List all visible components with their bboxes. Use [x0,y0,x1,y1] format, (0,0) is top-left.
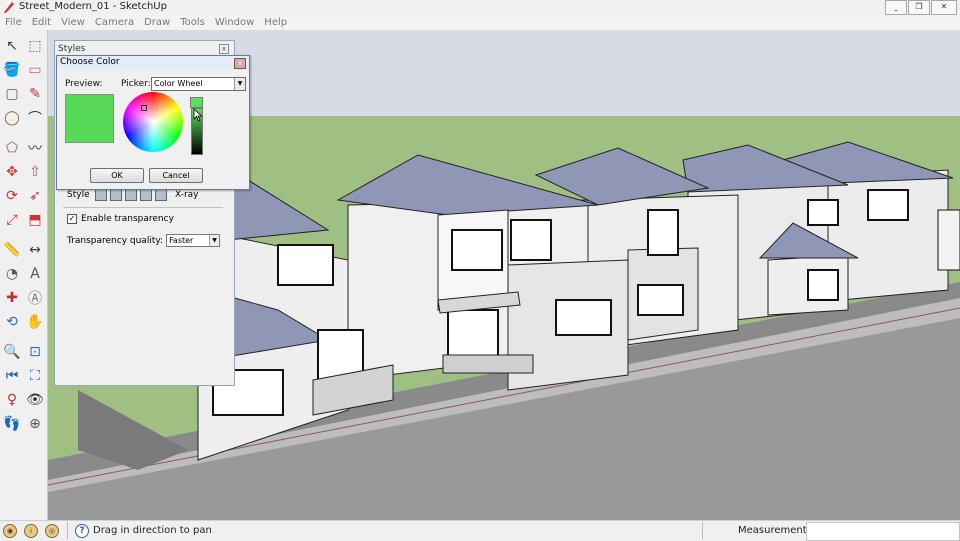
circle-icon[interactable]: ◯ [2,108,22,128]
minimize-button[interactable]: _ [885,0,907,15]
picker-label: Picker: [121,79,151,89]
window-title: Street_Modern_01 - SketchUp [19,1,167,12]
ok-button[interactable]: OK [90,168,144,183]
cancel-button[interactable]: Cancel [149,168,203,183]
close-window-button[interactable]: ✕ [931,0,957,15]
dimension-icon[interactable]: ↔ [25,240,45,260]
chevron-down-icon: ▼ [209,235,220,246]
color-wheel[interactable] [123,92,183,152]
color-wheel-marker[interactable] [141,105,147,111]
menu-file[interactable]: File [0,15,27,30]
zoom-extents-icon[interactable]: ⛶ [25,366,45,386]
3d-text-icon[interactable]: Ⓐ [25,288,45,308]
zoom-icon[interactable]: 🔍 [2,342,22,362]
menu-tools[interactable]: Tools [175,15,210,30]
geo-location-icon[interactable]: ◉ [3,524,17,538]
previous-view-icon[interactable]: ⏮ [2,366,22,386]
measurements-label: Measurements [738,525,812,536]
follow-me-icon[interactable]: ➶ [25,186,45,206]
shaded-style-icon[interactable] [125,189,137,201]
dialog-title-bar: Choose Color x [57,56,249,70]
axes-icon[interactable]: ✚ [2,288,22,308]
chevron-down-icon: ▼ [234,78,245,90]
look-around-icon[interactable]: 👁 [25,390,45,410]
credits-icon[interactable]: i [24,524,38,538]
color-preview-swatch [65,94,114,143]
offset-icon[interactable]: ⬒ [25,210,45,230]
status-hint: Drag in direction to pan [93,525,212,536]
rectangle-icon[interactable]: ▢ [2,84,22,104]
help-icon[interactable]: ? [75,524,89,538]
wireframe-style-icon[interactable] [95,189,107,201]
freehand-icon[interactable]: 〰 [25,138,45,158]
restore-button[interactable]: ❐ [908,0,930,15]
menu-window[interactable]: Window [210,15,259,30]
shaded-textures-style-icon[interactable] [140,189,152,201]
rotate-icon[interactable]: ⟳ [2,186,22,206]
picker-select[interactable]: Color Wheel ▼ [151,77,246,91]
enable-transparency-label: Enable transparency [81,214,174,224]
dialog-title: Choose Color [60,57,120,67]
menu-view[interactable]: View [56,15,90,30]
orbit-icon[interactable]: ⟲ [2,312,22,332]
move-icon[interactable]: ✥ [2,162,22,182]
menu-bar: File Edit View Camera Draw Tools Window … [0,15,960,30]
styles-panel-header: Styles [58,44,86,54]
face-style-buttons [95,189,167,201]
divider [63,207,223,208]
push-pull-icon[interactable]: ⇧ [25,162,45,182]
value-slider-handle[interactable] [190,97,203,108]
measurements-input[interactable] [806,522,960,541]
menu-camera[interactable]: Camera [90,15,139,30]
mouse-pointer-icon [193,108,203,122]
choose-color-dialog: Choose Color x Preview: Picker: Color Wh… [56,55,250,190]
paint-bucket-icon[interactable]: 🪣 [2,60,22,80]
status-bar: ◉ i ◎ ? Drag in direction to pan Measure… [0,520,960,541]
style-label: Style [67,190,90,200]
eraser-icon[interactable]: ▭ [25,60,45,80]
tool-palette: ↖ ⬚ 🪣 ▭ ▢ ✎ ◯ ⌒ ⬠ 〰 ✥ ⇧ ⟳ ➶ ⤢ ⬒ 📏 ↔ ◔ A ✚ Ⓐ ⟲ ✋ 🔍 ⊡ ⏮ ⛶ ♀ 👁 👣 ⊕ [0,30,48,520]
zoom-window-icon[interactable]: ⊡ [25,342,45,362]
menu-help[interactable]: Help [259,15,292,30]
title-bar: Street_Modern_01 - SketchUp _ ❐ ✕ [0,0,960,16]
dialog-close-button[interactable]: x [234,58,246,69]
menu-draw[interactable]: Draw [139,15,175,30]
transparency-quality-select[interactable]: Faster ▼ [166,234,221,247]
user-icon[interactable]: ◎ [45,524,59,538]
menu-edit[interactable]: Edit [27,15,56,30]
text-icon[interactable]: A [25,264,45,284]
transparency-quality-label: Transparency quality: [67,235,164,246]
protractor-icon[interactable]: ◔ [2,264,22,284]
preview-label: Preview: [65,79,103,89]
styles-panel-close-button[interactable]: x [219,44,229,54]
section-plane-icon[interactable]: ⊕ [25,414,45,434]
monochrome-style-icon[interactable] [155,189,167,201]
tape-measure-icon[interactable]: 📏 [2,240,22,260]
enable-transparency-checkbox[interactable]: ✓ [67,214,77,224]
polygon-icon[interactable]: ⬠ [2,138,22,158]
select-icon[interactable]: ↖ [2,36,22,56]
walk-icon[interactable]: 👣 [2,414,22,434]
sketchup-logo-icon [4,2,14,13]
hidden-line-style-icon[interactable] [110,189,122,201]
scale-icon[interactable]: ⤢ [2,210,22,230]
make-component-icon[interactable]: ⬚ [25,36,45,56]
arc-icon[interactable]: ⌒ [25,108,45,128]
xray-label[interactable]: X-ray [175,190,199,200]
position-camera-icon[interactable]: ♀ [2,390,22,410]
pan-icon[interactable]: ✋ [25,312,45,332]
line-icon[interactable]: ✎ [25,84,45,104]
